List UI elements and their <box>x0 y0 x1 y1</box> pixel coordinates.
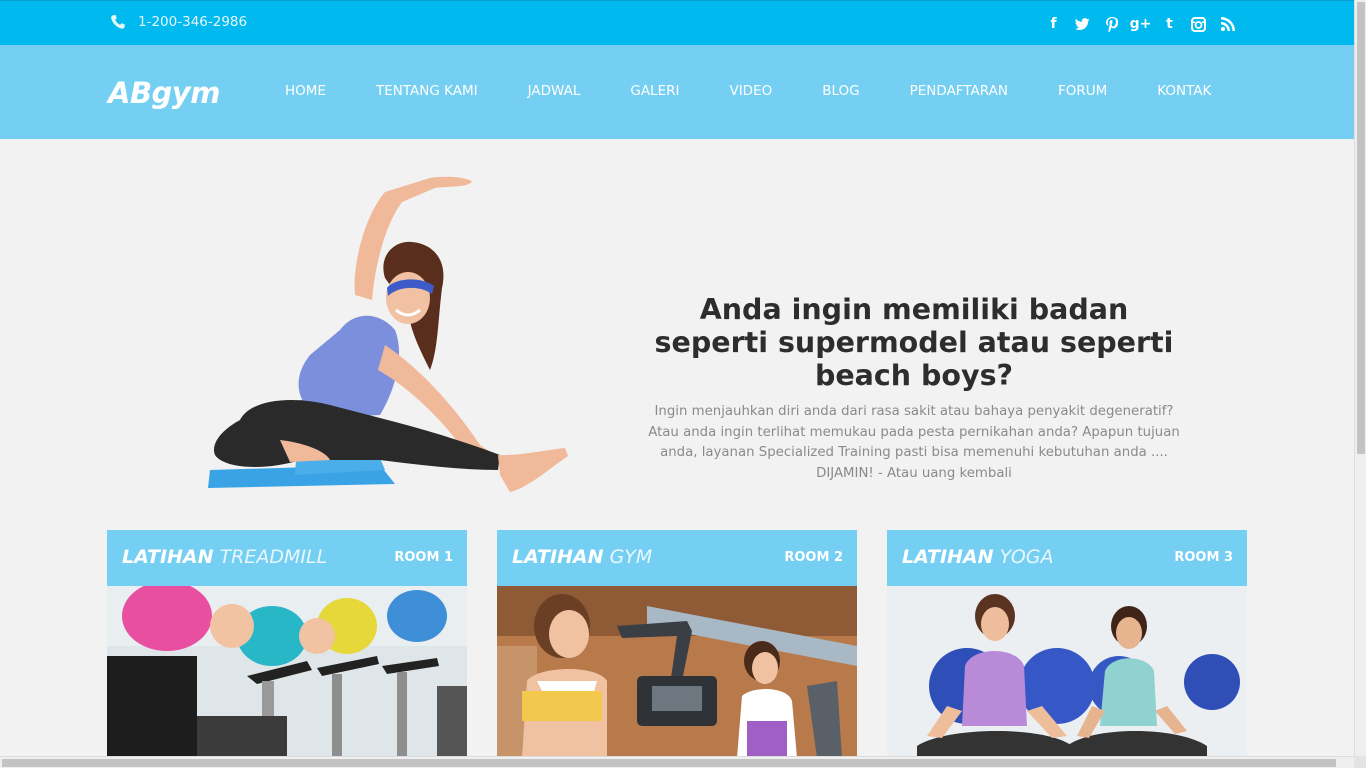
hero-yoga-image <box>180 170 580 500</box>
pinterest-icon[interactable] <box>1097 15 1126 33</box>
treadmill-class-image <box>107 586 467 758</box>
instagram-icon[interactable] <box>1184 15 1213 33</box>
facebook-icon[interactable]: f <box>1039 15 1068 33</box>
card-room-label: ROOM 1 <box>394 550 453 565</box>
nav-forum[interactable]: FORUM <box>1033 83 1132 99</box>
room-card-yoga[interactable]: LATIHAN YOGA ROOM 3 <box>887 530 1247 758</box>
top-bar: 1-200-346-2986 f g+ t <box>0 0 1354 45</box>
card-header: LATIHAN GYM ROOM 2 <box>497 530 857 586</box>
nav-jadwal[interactable]: JADWAL <box>503 83 606 99</box>
hero-description: Ingin menjauhkan diri anda dari rasa sak… <box>648 404 1180 481</box>
card-title: LATIHAN YOGA <box>902 546 1054 568</box>
nav-kontak[interactable]: KONTAK <box>1132 83 1236 99</box>
nav-tentang-kami[interactable]: TENTANG KAMI <box>351 83 503 99</box>
card-room-label: ROOM 3 <box>1174 550 1233 565</box>
vertical-scrollbar[interactable] <box>1354 0 1366 768</box>
room-card-treadmill[interactable]: LATIHAN TREADMILL ROOM 1 <box>107 530 467 758</box>
card-header: LATIHAN YOGA ROOM 3 <box>887 530 1247 586</box>
nav-galeri[interactable]: GALERI <box>605 83 704 99</box>
nav-video[interactable]: VIDEO <box>704 83 797 99</box>
phone-number: 1-200-346-2986 <box>138 14 248 30</box>
room-card-gym[interactable]: LATIHAN GYM ROOM 2 <box>497 530 857 758</box>
card-header: LATIHAN TREADMILL ROOM 1 <box>107 530 467 586</box>
rss-icon[interactable] <box>1213 15 1242 33</box>
hero-title: Anda ingin memiliki badan seperti superm… <box>654 293 1174 392</box>
nav-blog[interactable]: BLOG <box>797 83 884 99</box>
scrollbar-corner <box>1354 756 1366 768</box>
vertical-scroll-thumb[interactable] <box>1357 2 1365 454</box>
main-navbar: ABgym HOME TENTANG KAMI JADWAL GALERI VI… <box>0 45 1354 139</box>
card-room-label: ROOM 2 <box>784 550 843 565</box>
gym-class-image <box>497 586 857 758</box>
horizontal-scroll-thumb[interactable] <box>2 759 1336 767</box>
nav-pendaftaran[interactable]: PENDAFTARAN <box>885 83 1033 99</box>
card-title: LATIHAN TREADMILL <box>122 546 328 568</box>
twitter-icon[interactable] <box>1068 15 1097 33</box>
card-title: LATIHAN GYM <box>512 546 653 568</box>
google-plus-icon[interactable]: g+ <box>1126 15 1155 33</box>
browser-viewport: 1-200-346-2986 f g+ t ABgym HOME TENTANG… <box>0 0 1366 768</box>
hero-section: Anda ingin memiliki badan seperti superm… <box>640 293 1188 484</box>
main-nav: HOME TENTANG KAMI JADWAL GALERI VIDEO BL… <box>260 83 1236 99</box>
site-logo[interactable]: ABgym <box>108 76 220 110</box>
phone-icon <box>111 15 125 29</box>
tumblr-icon[interactable]: t <box>1155 15 1184 33</box>
social-links: f g+ t <box>1039 15 1242 33</box>
yoga-class-image <box>887 586 1247 758</box>
horizontal-scrollbar[interactable] <box>0 756 1354 768</box>
nav-home[interactable]: HOME <box>260 83 351 99</box>
phone-contact[interactable]: 1-200-346-2986 <box>110 14 247 30</box>
